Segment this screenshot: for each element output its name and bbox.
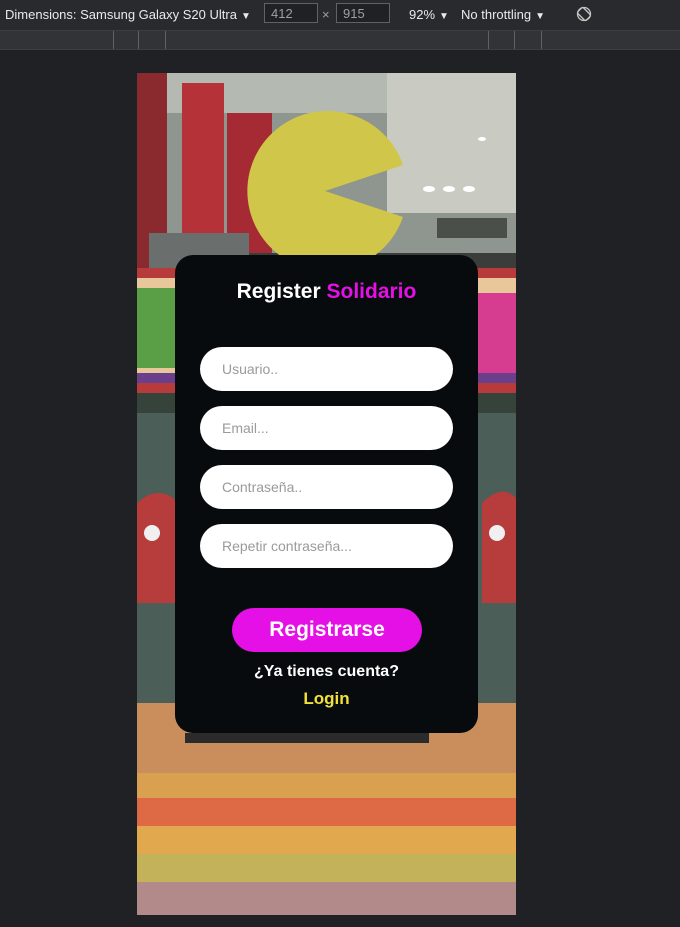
devtools-toolbar: Dimensions: Samsung Galaxy S20 Ultra▼ × …: [0, 0, 680, 30]
chevron-down-icon: ▼: [535, 11, 545, 22]
width-input[interactable]: [264, 3, 318, 23]
title-main: Register: [236, 280, 321, 303]
login-link[interactable]: Login: [175, 689, 478, 709]
zoom-dropdown[interactable]: 92% ▼: [409, 7, 449, 22]
ruler-tick: [488, 31, 489, 49]
zoom-label: 92%: [409, 7, 436, 22]
ruler-tick: [113, 31, 114, 49]
have-account-text: ¿Ya tienes cuenta?: [254, 663, 399, 680]
height-input[interactable]: [336, 3, 390, 23]
register-card: Register Solidario Registrarse ¿Ya tiene…: [175, 255, 478, 733]
throttling-label: No throttling: [461, 7, 532, 22]
form-title: Register Solidario: [175, 280, 478, 304]
rotate-icon[interactable]: [575, 5, 593, 23]
device-label: Dimensions: Samsung Galaxy S20 Ultra: [5, 7, 237, 22]
ruler-tick: [514, 31, 515, 49]
register-button[interactable]: Registrarse: [232, 608, 422, 652]
times-symbol: ×: [322, 7, 330, 22]
ruler-tick: [138, 31, 139, 49]
password-field[interactable]: [200, 465, 453, 509]
username-field[interactable]: [200, 347, 453, 391]
ruler-tick: [541, 31, 542, 49]
ruler-tick: [165, 31, 166, 49]
chevron-down-icon: ▼: [240, 11, 251, 22]
email-field[interactable]: [200, 406, 453, 450]
device-dimensions-dropdown[interactable]: Dimensions: Samsung Galaxy S20 Ultra ▼: [5, 7, 251, 22]
title-accent: Solidario: [326, 280, 417, 303]
throttling-dropdown[interactable]: No throttling ▼: [461, 7, 545, 22]
repeat-password-field[interactable]: [200, 524, 453, 568]
chevron-down-icon: ▼: [439, 11, 449, 22]
media-query-ruler: [0, 30, 680, 50]
device-viewport: Register Solidario Registrarse ¿Ya tiene…: [137, 73, 516, 915]
